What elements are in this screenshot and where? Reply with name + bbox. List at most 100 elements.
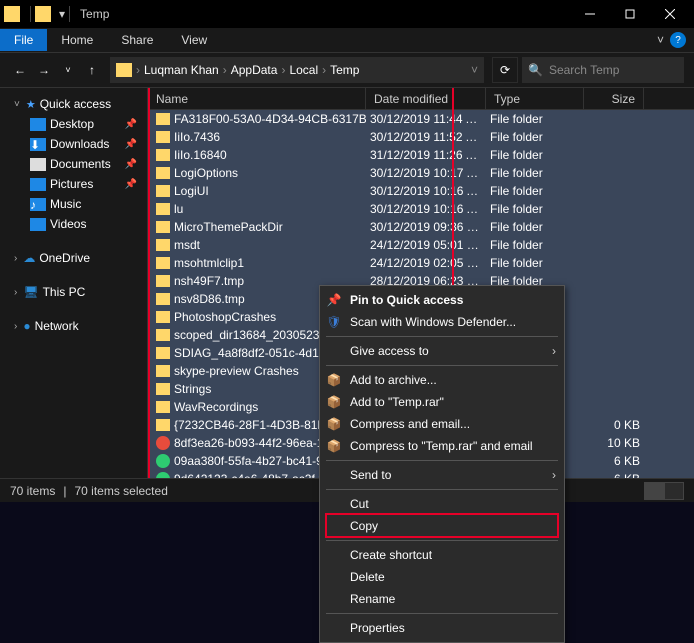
folder-icon	[156, 419, 170, 431]
column-name[interactable]: Name	[148, 88, 366, 109]
tab-share[interactable]: Share	[107, 29, 167, 51]
chevron-down-icon[interactable]: ˅	[471, 63, 478, 77]
menu-copy[interactable]: Copy	[320, 515, 564, 537]
folder-icon	[156, 221, 170, 233]
file-type: File folder	[486, 148, 584, 162]
folder-icon	[156, 347, 170, 359]
breadcrumb[interactable]: AppData	[231, 63, 278, 77]
search-placeholder: Search Temp	[549, 63, 619, 77]
archive-icon: 📦	[326, 416, 342, 432]
table-row[interactable]: IiIo.743630/12/2019 11:52 AMFile folder	[148, 128, 694, 146]
forward-button[interactable]: →	[34, 60, 54, 80]
tab-view[interactable]: View	[167, 29, 221, 51]
sidebar-item-downloads[interactable]: ⬇Downloads📌	[20, 134, 147, 154]
chevron-right-icon: ›	[552, 344, 556, 358]
table-row[interactable]: lu30/12/2019 10:16 AMFile folder	[148, 200, 694, 218]
menu-cut[interactable]: Cut	[320, 493, 564, 515]
up-button[interactable]: ↑	[82, 60, 102, 80]
chevron-right-icon: ›	[552, 468, 556, 482]
file-name: PhotoshopCrashes	[174, 310, 276, 324]
tab-home[interactable]: Home	[47, 29, 107, 51]
folder-icon	[156, 365, 170, 377]
sidebar-item-documents[interactable]: Documents📌	[20, 154, 147, 174]
back-button[interactable]: ←	[10, 60, 30, 80]
file-name: LogiOptions	[174, 166, 238, 180]
file-name: scoped_dir13684_2030523969	[174, 328, 340, 342]
pin-icon: 📌	[125, 139, 137, 150]
file-date: 24/12/2019 02:05 PM	[366, 256, 486, 270]
menu-rename[interactable]: Rename	[320, 588, 564, 610]
sidebar-item-music[interactable]: ♪Music	[20, 194, 147, 214]
menu-add-archive[interactable]: 📦Add to archive...	[320, 369, 564, 391]
table-row[interactable]: IiIo.1684031/12/2019 11:26 AMFile folder	[148, 146, 694, 164]
tab-file[interactable]: File	[0, 29, 47, 51]
address-bar[interactable]: › Luqman Khan › AppData › Local › Temp ˅	[110, 57, 484, 83]
minimize-button[interactable]	[570, 0, 610, 28]
file-name: Strings	[174, 382, 211, 396]
file-date: 30/12/2019 11:44 AM	[366, 112, 486, 126]
folder-icon	[156, 311, 170, 323]
pin-icon: 📌	[326, 292, 342, 308]
menu-send-to[interactable]: Send to›	[320, 464, 564, 486]
file-date: 30/12/2019 10:16 AM	[366, 184, 486, 198]
menu-properties[interactable]: Properties	[320, 617, 564, 639]
sidebar-item-thispc[interactable]: ›🖥This PC	[4, 282, 147, 302]
archive-icon: 📦	[326, 438, 342, 454]
pin-icon: 📌	[125, 119, 137, 130]
file-name: FA318F00-53A0-4D34-94CB-6317B36686...	[174, 112, 366, 126]
sidebar-item-quickaccess[interactable]: ˅★Quick access	[4, 94, 147, 114]
sidebar-item-desktop[interactable]: Desktop📌	[20, 114, 147, 134]
file-date: 30/12/2019 11:52 AM	[366, 130, 486, 144]
menu-scan-defender[interactable]: 🛡Scan with Windows Defender...	[320, 311, 564, 333]
maximize-button[interactable]	[610, 0, 650, 28]
chevron-down-icon[interactable]: ˅	[657, 33, 664, 47]
pin-icon: 📌	[125, 179, 137, 190]
close-button[interactable]	[650, 0, 690, 28]
sidebar-item-videos[interactable]: Videos	[20, 214, 147, 234]
search-input[interactable]: 🔍 Search Temp	[522, 57, 684, 83]
column-date[interactable]: Date modified	[366, 88, 486, 109]
table-row[interactable]: msohtmlclip124/12/2019 02:05 PMFile fold…	[148, 254, 694, 272]
file-type: File folder	[486, 166, 584, 180]
menu-pin-quick-access[interactable]: 📌Pin to Quick access	[320, 289, 564, 311]
menu-delete[interactable]: Delete	[320, 566, 564, 588]
table-row[interactable]: LogiUI30/12/2019 10:16 AMFile folder	[148, 182, 694, 200]
column-size[interactable]: Size	[584, 88, 644, 109]
menu-give-access[interactable]: Give access to›	[320, 340, 564, 362]
table-row[interactable]: LogiOptions30/12/2019 10:17 AMFile folde…	[148, 164, 694, 182]
details-view-button[interactable]	[644, 482, 664, 500]
menu-compress-rar-email[interactable]: 📦Compress to "Temp.rar" and email	[320, 435, 564, 457]
column-headers: Name Date modified Type Size	[148, 88, 694, 110]
table-row[interactable]: FA318F00-53A0-4D34-94CB-6317B36686...30/…	[148, 110, 694, 128]
sidebar-item-onedrive[interactable]: ›☁OneDrive	[4, 248, 147, 268]
file-name: MicroThemePackDir	[174, 220, 283, 234]
menu-compress-email[interactable]: 📦Compress and email...	[320, 413, 564, 435]
breadcrumb[interactable]: Local	[289, 63, 318, 77]
sidebar-item-network[interactable]: ›●Network	[4, 316, 147, 336]
thumbnails-view-button[interactable]	[664, 482, 684, 500]
folder-icon	[156, 203, 170, 215]
folder-icon	[156, 329, 170, 341]
menu-create-shortcut[interactable]: Create shortcut	[320, 544, 564, 566]
file-name: msohtmlclip1	[174, 256, 244, 270]
breadcrumb[interactable]: Temp	[330, 63, 359, 77]
file-name: IiIo.16840	[174, 148, 227, 162]
help-icon[interactable]: ?	[670, 32, 686, 48]
file-date: 24/12/2019 05:01 PM	[366, 238, 486, 252]
file-type: File folder	[486, 112, 584, 126]
navigation-bar: ← → ˅ ↑ › Luqman Khan › AppData › Local …	[0, 52, 694, 88]
file-name: msdt	[174, 238, 200, 252]
sidebar-item-pictures[interactable]: Pictures📌	[20, 174, 147, 194]
file-type: File folder	[486, 130, 584, 144]
column-type[interactable]: Type	[486, 88, 584, 109]
network-icon: ●	[23, 319, 30, 333]
context-menu: 📌Pin to Quick access 🛡Scan with Windows …	[319, 285, 565, 643]
table-row[interactable]: MicroThemePackDir30/12/2019 09:36 PMFile…	[148, 218, 694, 236]
table-row[interactable]: msdt24/12/2019 05:01 PMFile folder	[148, 236, 694, 254]
refresh-button[interactable]: ⟳	[492, 57, 518, 83]
ribbon-tabs: File Home Share View ˅ ?	[0, 28, 694, 52]
menu-add-rar[interactable]: 📦Add to "Temp.rar"	[320, 391, 564, 413]
breadcrumb[interactable]: Luqman Khan	[144, 63, 219, 77]
recent-chevron-icon[interactable]: ˅	[58, 60, 78, 80]
file-name: WavRecordings	[174, 400, 258, 414]
